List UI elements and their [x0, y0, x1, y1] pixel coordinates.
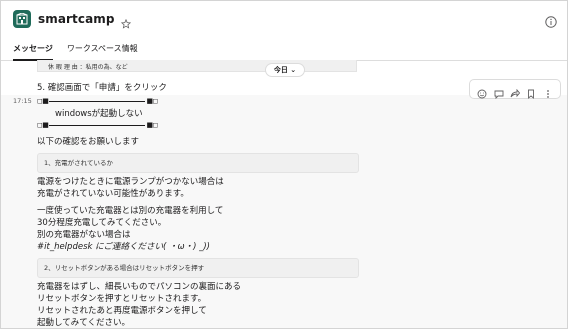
decorative-divider-top: ◻■ ■◻ [37, 97, 158, 105]
channel-tabs: メッセージ ワークスペース情報 [1, 39, 567, 61]
building-logo-icon[interactable] [13, 10, 31, 28]
message-list[interactable]: 休 暇 理 由 ：私用の為、など 5. 確認画面で「申請」をクリック 今日 ⌄ … [1, 60, 567, 328]
app-window: smartcamp メッセージ ワークスペース情報 休 暇 理 由 ：私用の為、… [0, 0, 568, 329]
paragraph-2-line-1: 一度使っていた充電器とは別の充電器を利用して [37, 206, 224, 216]
tab-workspace-info[interactable]: ワークスペース情報 [67, 39, 138, 61]
paragraph-3-line-3: リセットされたあと再度電源ボタンを押して [37, 306, 207, 316]
paragraph-1-line-2: 充電がされていない可能性があります。 [37, 189, 189, 199]
channel-name[interactable]: smartcamp [38, 12, 115, 26]
info-icon[interactable] [545, 13, 557, 28]
tab-messages[interactable]: メッセージ [13, 39, 53, 61]
previous-code-block: 休 暇 理 由 ：私用の為、など [37, 60, 357, 72]
paragraph-2-line-4: #it_helpdesk にご連絡ください( ・ω・) _)) [37, 242, 210, 252]
divider-right-symbols: ■◻ [146, 121, 158, 129]
paragraph-2-line-3: 別の充電器がない場合は [37, 230, 131, 240]
previous-step-text: 5. 確認画面で「申請」をクリック [37, 83, 167, 93]
paragraph-3-line-4: 起動してみてください。 [37, 318, 130, 328]
message-actions-bar [469, 79, 561, 100]
message-title: windowsが起動しない [55, 109, 143, 119]
bookmark-icon[interactable] [526, 84, 536, 99]
divider-left-symbols: ◻■ [37, 97, 49, 105]
message-timestamp[interactable]: 17:15 [13, 97, 32, 105]
emoji-reaction-icon[interactable] [477, 84, 487, 99]
share-icon[interactable] [510, 84, 521, 98]
section-2-code-block: 2、リセットボタンがある場合はリセットボタンを押す [37, 258, 359, 278]
message-intro: 以下の確認をお願いします [37, 137, 140, 147]
decorative-divider-bottom: ◻■ ■◻ [37, 121, 158, 129]
star-icon[interactable] [120, 14, 131, 29]
paragraph-3-line-1: 充電器をはずし、細長いものでパソコンの裏面にある [37, 282, 242, 292]
channel-header: smartcamp [1, 1, 567, 37]
divider-left-symbols: ◻■ [37, 121, 49, 129]
reply-thread-icon[interactable] [494, 84, 504, 100]
paragraph-3-line-2: リセットボタンを押すとリセットされます。 [37, 294, 207, 304]
paragraph-2-line-2: 30分程度充電してみてください。 [37, 218, 167, 228]
date-divider-button[interactable]: 今日 ⌄ [265, 63, 305, 77]
section-1-code-block: 1、充電がされているか [37, 153, 359, 173]
more-options-icon[interactable] [543, 84, 553, 98]
paragraph-1-line-1: 電源をつけたときに電源ランプがつかない場合は [37, 177, 224, 187]
divider-right-symbols: ■◻ [146, 97, 158, 105]
